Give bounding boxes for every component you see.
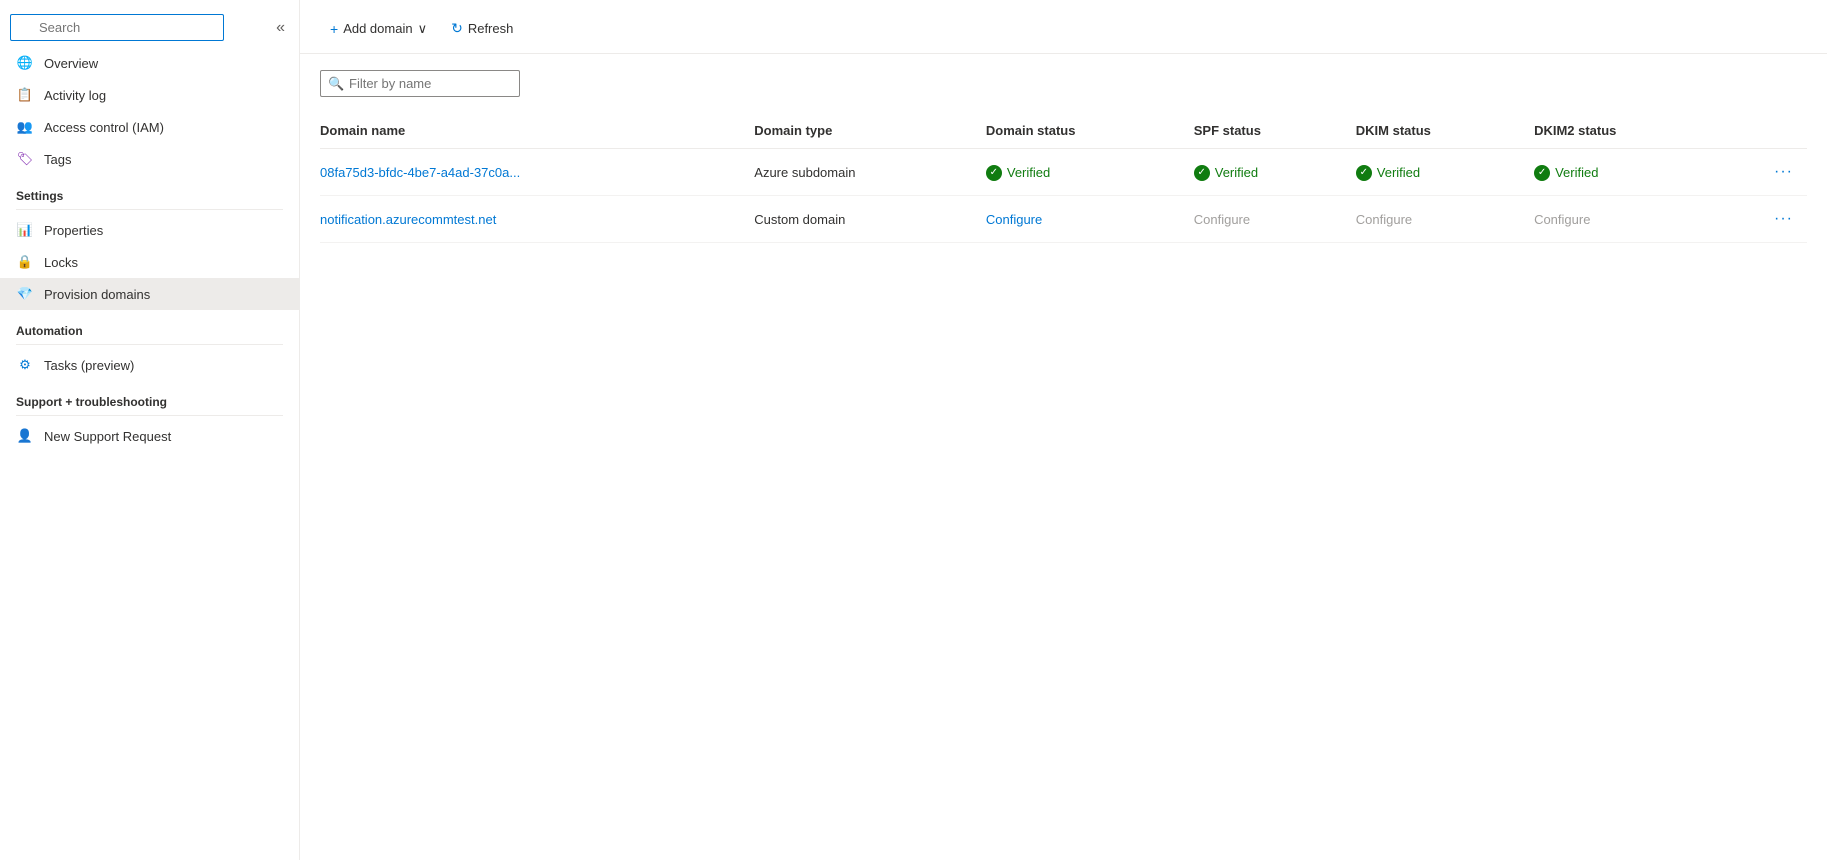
sidebar-item-label: New Support Request — [44, 429, 171, 444]
content-area: 🔍 Domain name Domain type Domain status … — [300, 54, 1827, 860]
settings-divider — [16, 209, 283, 210]
sidebar-item-new-support-request[interactable]: 👤 New Support Request — [0, 420, 299, 452]
sidebar-item-label: Locks — [44, 255, 78, 270]
filter-input[interactable] — [320, 70, 520, 97]
col-dkim-status: DKIM status — [1356, 113, 1534, 149]
cell-dkim-status: ✓Verified — [1356, 149, 1534, 196]
tag-icon: 🏷 — [16, 150, 34, 168]
plus-icon: + — [330, 21, 338, 37]
refresh-icon: ↻ — [451, 20, 463, 37]
sidebar-search-row: 🔍 « — [0, 8, 299, 47]
sidebar-item-label: Overview — [44, 56, 98, 71]
sidebar: 🔍 « 🌐 Overview 📋 Activity log 👥 Access c… — [0, 0, 300, 860]
sidebar-item-overview[interactable]: 🌐 Overview — [0, 47, 299, 79]
verified-icon: ✓ — [986, 165, 1002, 181]
cell-spf-status: ✓Verified — [1194, 149, 1356, 196]
col-dkim2-status: DKIM2 status — [1534, 113, 1727, 149]
sidebar-item-properties[interactable]: 📊 Properties — [0, 214, 299, 246]
domain-name-link[interactable]: 08fa75d3-bfdc-4be7-a4ad-37c0a... — [320, 165, 520, 180]
lock-icon: 🔒 — [16, 253, 34, 271]
cell-domain-status: Configure — [986, 196, 1194, 243]
verified-badge: ✓Verified — [1356, 165, 1420, 181]
sidebar-item-label: Properties — [44, 223, 103, 238]
col-domain-name: Domain name — [320, 113, 754, 149]
tasks-icon: ⚙ — [16, 356, 34, 374]
cell-spf-status: Configure — [1194, 196, 1356, 243]
col-domain-status: Domain status — [986, 113, 1194, 149]
sidebar-item-label: Tasks (preview) — [44, 358, 134, 373]
verified-badge: ✓Verified — [1534, 165, 1598, 181]
sidebar-item-locks[interactable]: 🔒 Locks — [0, 246, 299, 278]
table-row: notification.azurecommtest.net Custom dom… — [320, 196, 1807, 243]
sidebar-item-label: Tags — [44, 152, 71, 167]
table-row: 08fa75d3-bfdc-4be7-a4ad-37c0a... Azure su… — [320, 149, 1807, 196]
log-icon: 📋 — [16, 86, 34, 104]
sidebar-item-label: Activity log — [44, 88, 106, 103]
cell-domain-type: Custom domain — [754, 196, 986, 243]
more-actions-button[interactable]: ··· — [1768, 161, 1799, 183]
refresh-label: Refresh — [468, 21, 514, 36]
globe-icon: 🌐 — [16, 54, 34, 72]
more-actions-button[interactable]: ··· — [1768, 208, 1799, 230]
configure-inactive: Configure — [1356, 212, 1412, 227]
table-header-row: Domain name Domain type Domain status SP… — [320, 113, 1807, 149]
search-wrap: 🔍 — [10, 14, 268, 41]
cell-dkim2-status: ✓Verified — [1534, 149, 1727, 196]
filter-search-icon: 🔍 — [328, 76, 344, 92]
verified-badge: ✓Verified — [1194, 165, 1258, 181]
sidebar-item-label: Access control (IAM) — [44, 120, 164, 135]
provision-icon: 💎 — [16, 285, 34, 303]
filter-input-wrap: 🔍 — [320, 70, 520, 97]
iam-icon: 👥 — [16, 118, 34, 136]
refresh-button[interactable]: ↻ Refresh — [441, 14, 523, 43]
cell-dkim-status: Configure — [1356, 196, 1534, 243]
verified-icon: ✓ — [1534, 165, 1550, 181]
configure-inactive: Configure — [1194, 212, 1250, 227]
verified-icon: ✓ — [1194, 165, 1210, 181]
domains-table: Domain name Domain type Domain status SP… — [320, 113, 1807, 243]
chevron-down-icon: ∨ — [418, 21, 428, 37]
verified-icon: ✓ — [1356, 165, 1372, 181]
domain-name-link[interactable]: notification.azurecommtest.net — [320, 212, 496, 227]
toolbar: + Add domain ∨ ↻ Refresh — [300, 0, 1827, 54]
automation-divider — [16, 344, 283, 345]
cell-domain-name: notification.azurecommtest.net — [320, 196, 754, 243]
cell-domain-type: Azure subdomain — [754, 149, 986, 196]
cell-more-actions: ··· — [1727, 149, 1807, 196]
cell-dkim2-status: Configure — [1534, 196, 1727, 243]
add-domain-label: Add domain — [343, 21, 412, 36]
automation-section-label: Automation — [0, 310, 299, 342]
configure-inactive: Configure — [1534, 212, 1590, 227]
configure-link[interactable]: Configure — [986, 212, 1042, 227]
cell-more-actions: ··· — [1727, 196, 1807, 243]
sidebar-item-activity-log[interactable]: 📋 Activity log — [0, 79, 299, 111]
col-actions — [1727, 113, 1807, 149]
collapse-button[interactable]: « — [272, 16, 289, 40]
cell-domain-name: 08fa75d3-bfdc-4be7-a4ad-37c0a... — [320, 149, 754, 196]
sidebar-item-access-control[interactable]: 👥 Access control (IAM) — [0, 111, 299, 143]
sidebar-item-tasks[interactable]: ⚙ Tasks (preview) — [0, 349, 299, 381]
col-domain-type: Domain type — [754, 113, 986, 149]
sidebar-item-provision-domains[interactable]: 💎 Provision domains — [0, 278, 299, 310]
support-icon: 👤 — [16, 427, 34, 445]
support-section-label: Support + troubleshooting — [0, 381, 299, 413]
col-spf-status: SPF status — [1194, 113, 1356, 149]
sidebar-item-tags[interactable]: 🏷 Tags — [0, 143, 299, 175]
properties-icon: 📊 — [16, 221, 34, 239]
search-input[interactable] — [10, 14, 224, 41]
cell-domain-status: ✓Verified — [986, 149, 1194, 196]
main-content: + Add domain ∨ ↻ Refresh 🔍 Domain name D… — [300, 0, 1827, 860]
verified-badge: ✓Verified — [986, 165, 1050, 181]
settings-section-label: Settings — [0, 175, 299, 207]
add-domain-button[interactable]: + Add domain ∨ — [320, 15, 437, 43]
support-divider — [16, 415, 283, 416]
filter-row: 🔍 — [320, 70, 1807, 97]
sidebar-item-label: Provision domains — [44, 287, 150, 302]
